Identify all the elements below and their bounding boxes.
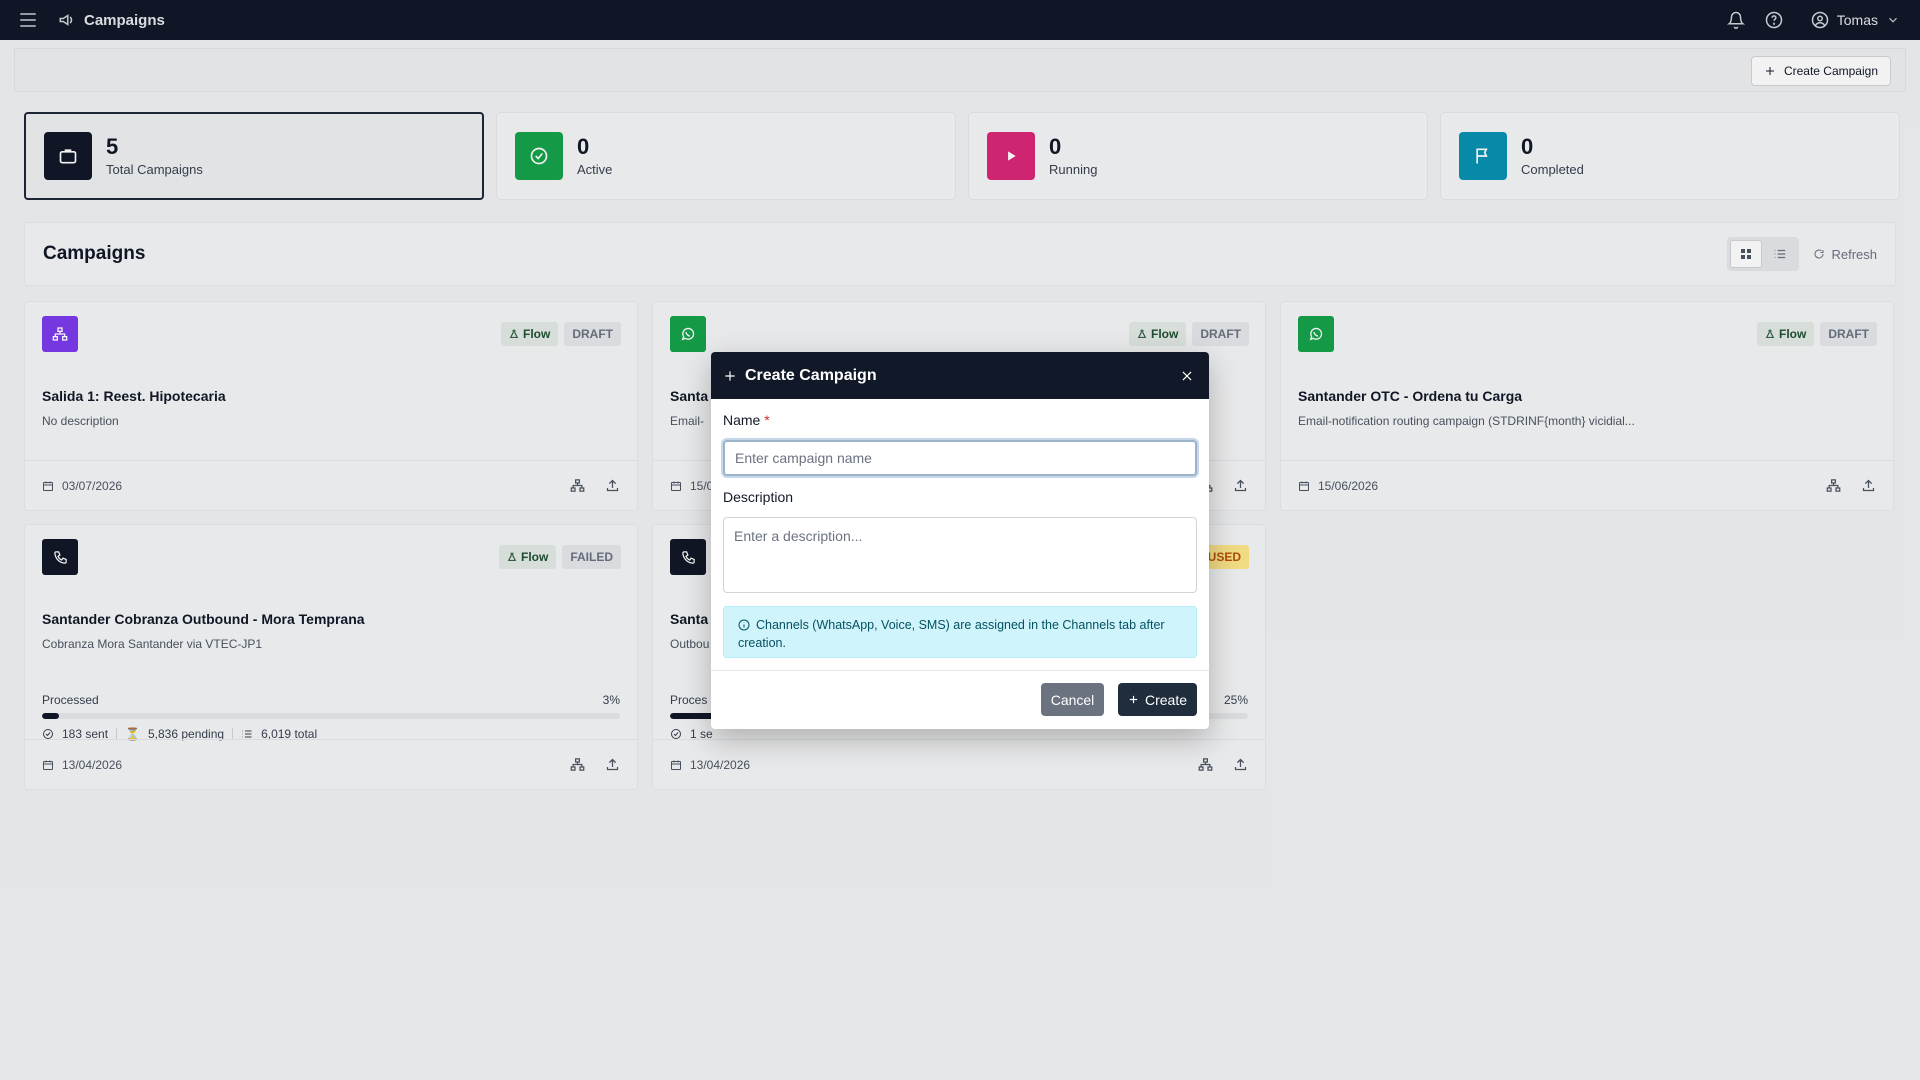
channels-info-alert: Channels (WhatsApp, Voice, SMS) are assi… <box>723 606 1197 658</box>
cancel-button[interactable]: Cancel <box>1041 683 1104 716</box>
plus-icon <box>725 370 735 381</box>
modal-divider <box>711 670 1209 671</box>
close-icon[interactable] <box>1177 366 1197 386</box>
modal-header: Create Campaign <box>711 352 1209 399</box>
campaign-description-input[interactable] <box>723 517 1197 593</box>
create-button-label: Create <box>1144 691 1188 708</box>
plus-icon <box>1129 695 1138 704</box>
campaign-name-input[interactable] <box>723 440 1197 476</box>
description-label: Description <box>723 489 794 505</box>
name-label: Name * <box>723 412 770 428</box>
info-text: Channels (WhatsApp, Voice, SMS) are assi… <box>738 618 1165 650</box>
modal-title: Create Campaign <box>745 366 877 384</box>
required-mark: * <box>764 412 770 428</box>
create-campaign-modal: Create Campaign Name * Description Chann… <box>711 352 1209 729</box>
info-icon <box>738 619 750 631</box>
name-label-text: Name <box>723 412 761 428</box>
create-button[interactable]: Create <box>1118 683 1197 716</box>
